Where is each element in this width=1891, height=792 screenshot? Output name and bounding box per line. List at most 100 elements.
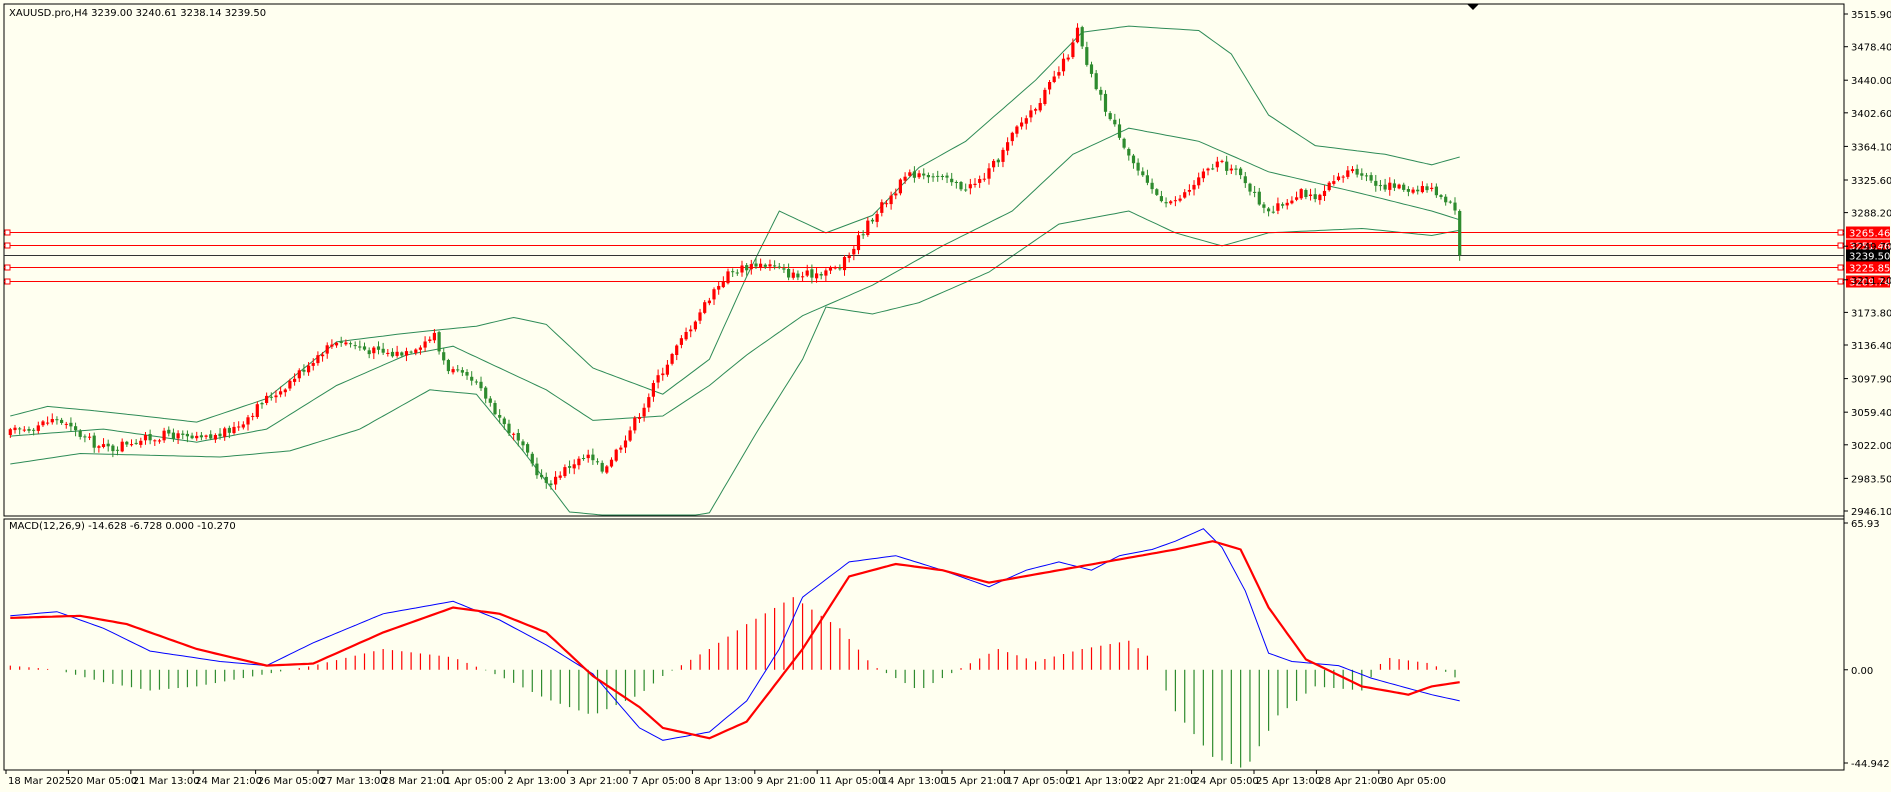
chart-canvas[interactable]: 3265.463251.463225.853209.743239.50 3515… — [0, 0, 1891, 792]
price-tick-label: 3022.00 — [1851, 441, 1891, 452]
candle-body — [1211, 168, 1215, 170]
candle-body — [1420, 186, 1424, 193]
candle-body — [1406, 189, 1410, 192]
candle-body — [50, 419, 54, 423]
candle-body — [530, 453, 534, 464]
candle-body — [474, 381, 478, 383]
candle-body — [903, 176, 907, 181]
candle-body — [1057, 72, 1061, 76]
candle-body — [703, 302, 707, 313]
candle-body — [777, 266, 781, 268]
candle-body — [1308, 194, 1313, 196]
candle-body — [36, 425, 40, 431]
candle-body — [1397, 184, 1401, 189]
candle-body — [856, 235, 861, 251]
candle-body — [847, 255, 851, 258]
candle-body — [1038, 103, 1042, 111]
candle-body — [1015, 126, 1019, 134]
candle-body — [1122, 138, 1126, 148]
level-handle-left[interactable] — [4, 278, 11, 285]
candle-body — [931, 176, 935, 178]
level-handle-left[interactable] — [4, 229, 11, 236]
candle-body — [279, 391, 283, 395]
candle-body — [55, 419, 59, 421]
candle-body — [1052, 76, 1056, 82]
candle-body — [782, 268, 786, 270]
level-handle-right[interactable] — [1837, 264, 1844, 271]
candle-body — [526, 444, 530, 453]
candle-body — [213, 435, 217, 440]
candle-body — [824, 270, 828, 276]
candle-body — [964, 189, 968, 191]
candle-body — [334, 342, 339, 346]
candle-body — [1201, 171, 1205, 179]
candle-body — [1220, 160, 1224, 162]
candle-body — [712, 289, 716, 300]
candle-body — [842, 257, 847, 271]
candle-body — [880, 202, 884, 213]
candle-body — [894, 193, 898, 196]
level-handle-left[interactable] — [4, 242, 11, 249]
candle-body — [498, 415, 502, 418]
candle-body — [1346, 170, 1350, 177]
time-tick-label: 21 Apr 13:00 — [1069, 776, 1134, 787]
candle-body — [74, 426, 78, 431]
candle — [437, 330, 441, 355]
candle-body — [1034, 109, 1038, 111]
candle-body — [1001, 149, 1005, 162]
candle-body — [404, 351, 409, 356]
candle — [1155, 188, 1159, 197]
time-tick-label: 28 Apr 21:00 — [1318, 776, 1383, 787]
candle-body — [1150, 182, 1154, 190]
candle-body — [171, 432, 175, 439]
candle-body — [41, 421, 45, 426]
candle-body — [1020, 122, 1024, 127]
macd-panel[interactable] — [3, 518, 1845, 771]
candle-body — [1197, 177, 1201, 186]
candle-body — [148, 434, 152, 441]
candle-body — [97, 446, 101, 448]
candle-body — [1304, 190, 1308, 197]
macd-info: MACD(12,26,9) -14.628 -6.728 0.000 -10.2… — [9, 521, 236, 532]
candle-body — [176, 433, 180, 439]
candle-body — [912, 171, 916, 178]
candle-body — [18, 428, 22, 430]
candle-body — [773, 265, 777, 267]
level-handle-right[interactable] — [1837, 229, 1844, 236]
price-panel[interactable] — [3, 3, 1845, 517]
candle-body — [605, 466, 609, 473]
candle-body — [670, 354, 674, 364]
candle-body — [1243, 176, 1247, 184]
candle-body — [1089, 64, 1094, 74]
candle-body — [1010, 132, 1014, 142]
candle-body — [749, 264, 753, 270]
candle-body — [852, 248, 856, 255]
candle-body — [810, 269, 814, 278]
candle-body — [866, 220, 870, 235]
level-handle-left[interactable] — [4, 264, 11, 271]
level-handle-right[interactable] — [1837, 242, 1844, 249]
candle-body — [1155, 189, 1159, 195]
macd-scale[interactable]: 65.93 0.00 -44.942 — [1844, 519, 1890, 770]
time-scale[interactable]: 18 Mar 202520 Mar 05:0021 Mar 13:0024 Ma… — [5, 770, 1446, 787]
candle-body — [1364, 175, 1369, 177]
time-tick-label: 17 Apr 05:00 — [1006, 776, 1071, 787]
candle-body — [8, 429, 12, 435]
level-handle-right[interactable] — [1837, 278, 1844, 285]
price-tick-label: 3478.40 — [1851, 43, 1891, 54]
candle-body — [516, 433, 520, 441]
candle-body — [586, 454, 590, 459]
time-tick-label: 14 Apr 13:00 — [882, 776, 947, 787]
candle-body — [465, 372, 469, 376]
candle-body — [269, 396, 273, 398]
candle-body — [451, 369, 455, 373]
candle-body — [362, 346, 367, 350]
macd-tick-label: 65.93 — [1851, 519, 1880, 530]
candle-body — [521, 441, 525, 446]
price-tick-label: 2983.50 — [1851, 474, 1891, 485]
candle-body — [1341, 176, 1345, 178]
candle-body — [195, 435, 199, 439]
candle-body — [572, 464, 576, 469]
candle-body — [232, 426, 236, 434]
candle-body — [656, 375, 660, 383]
